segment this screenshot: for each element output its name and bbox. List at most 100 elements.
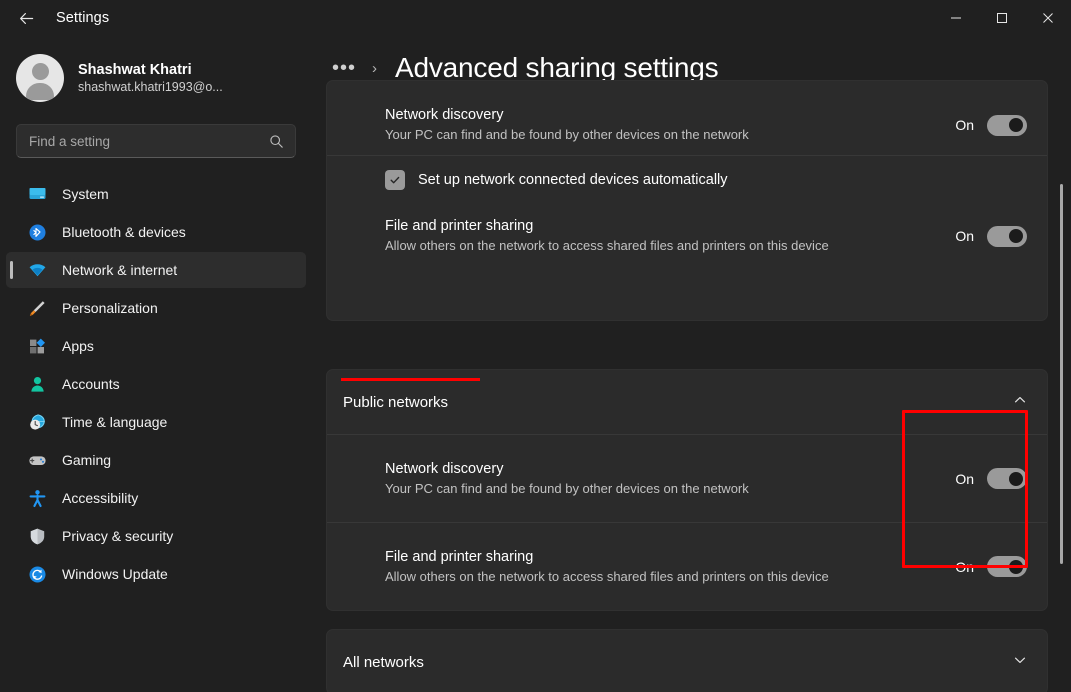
sidebar-item-bluetooth-devices[interactable]: Bluetooth & devices — [6, 214, 306, 250]
back-button[interactable] — [6, 2, 46, 34]
toggle-state-label: On — [955, 117, 974, 133]
avatar-head — [32, 63, 49, 80]
scrollbar-track[interactable] — [1060, 104, 1063, 692]
sidebar-item-privacy-security[interactable]: Privacy & security — [6, 518, 306, 554]
maximize-icon — [996, 12, 1008, 24]
account-block[interactable]: Shashwat Khatri shashwat.khatri1993@o... — [0, 36, 312, 102]
window-controls — [933, 0, 1071, 36]
chevron-down-icon — [1013, 653, 1027, 672]
sidebar-item-windows-update[interactable]: Windows Update — [6, 556, 306, 592]
search-input[interactable] — [17, 134, 295, 149]
account-name: Shashwat Khatri — [78, 62, 223, 78]
app-title: Settings — [56, 10, 109, 26]
account-email: shashwat.khatri1993@o... — [78, 80, 223, 94]
all-networks-title: All networks — [343, 654, 1013, 671]
maximize-button[interactable] — [979, 0, 1025, 36]
toggle-knob — [1009, 472, 1023, 486]
public-networks-title: Public networks — [343, 394, 1013, 411]
minimize-button[interactable] — [933, 0, 979, 36]
auto-setup-checkbox[interactable] — [385, 170, 405, 190]
row-description: Allow others on the network to access sh… — [385, 568, 835, 585]
sidebar-nav: System Bluetooth & devices — [0, 176, 312, 592]
update-refresh-icon — [26, 563, 48, 585]
title-bar: Settings — [0, 0, 1071, 36]
back-arrow-icon — [18, 10, 35, 27]
main-content: ••• › Advanced sharing settings Network … — [312, 36, 1071, 692]
close-icon — [1042, 12, 1054, 24]
settings-scroll-area: Network discovery Your PC can find and b… — [312, 104, 1071, 692]
wifi-icon — [26, 259, 48, 281]
toggle-state-label: On — [955, 471, 974, 487]
minimize-icon — [950, 12, 962, 24]
sidebar-item-gaming[interactable]: Gaming — [6, 442, 306, 478]
private-networks-card: Network discovery Your PC can find and b… — [326, 80, 1048, 321]
accessibility-icon — [26, 487, 48, 509]
paintbrush-icon — [26, 297, 48, 319]
person-icon — [26, 373, 48, 395]
row-description: Allow others on the network to access sh… — [385, 237, 835, 254]
sidebar-item-accounts[interactable]: Accounts — [6, 366, 306, 402]
sidebar-item-label: Gaming — [62, 452, 111, 468]
toggle-state-label: On — [955, 228, 974, 244]
row-file-printer-sharing-private[interactable]: File and printer sharing Allow others on… — [327, 204, 1047, 268]
settings-window: Settings — [0, 0, 1071, 692]
toggle-state-label: On — [955, 559, 974, 575]
row-title: File and printer sharing — [385, 218, 941, 234]
sidebar-item-network-internet[interactable]: Network & internet — [6, 252, 306, 288]
sidebar-item-time-language[interactable]: Time & language — [6, 404, 306, 440]
bluetooth-icon — [26, 221, 48, 243]
apps-icon — [26, 335, 48, 357]
sidebar-item-label: Time & language — [62, 414, 167, 430]
shield-icon — [26, 525, 48, 547]
row-network-discovery-private[interactable]: Network discovery Your PC can find and b… — [327, 81, 1047, 155]
search-icon — [269, 134, 284, 154]
all-networks-section-header[interactable]: All networks — [327, 630, 1047, 692]
sidebar-item-system[interactable]: System — [6, 176, 306, 212]
sidebar-item-label: Apps — [62, 338, 94, 354]
row-title: Network discovery — [385, 461, 941, 477]
gamepad-icon — [26, 449, 48, 471]
checkmark-icon — [389, 174, 401, 186]
search-box[interactable] — [16, 124, 296, 158]
sidebar-item-label: System — [62, 186, 109, 202]
row-title: File and printer sharing — [385, 549, 941, 565]
row-file-printer-sharing-public[interactable]: File and printer sharing Allow others on… — [327, 522, 1047, 610]
sidebar-item-personalization[interactable]: Personalization — [6, 290, 306, 326]
monitor-icon — [26, 183, 48, 205]
row-description: Your PC can find and be found by other d… — [385, 480, 835, 497]
public-network-discovery-toggle[interactable] — [987, 468, 1027, 489]
toggle-knob — [1009, 560, 1023, 574]
breadcrumb-overflow-button[interactable]: ••• — [326, 54, 362, 82]
file-printer-sharing-toggle[interactable] — [987, 226, 1027, 247]
public-file-printer-sharing-toggle[interactable] — [987, 556, 1027, 577]
breadcrumb: ••• › Advanced sharing settings — [312, 36, 1071, 84]
toggle-knob — [1009, 229, 1023, 243]
sidebar-item-accessibility[interactable]: Accessibility — [6, 480, 306, 516]
sidebar-item-label: Network & internet — [62, 262, 177, 278]
public-networks-card: Public networks Network discovery Your P… — [326, 369, 1048, 611]
annotation-underline-public-networks — [341, 378, 480, 381]
row-title: Network discovery — [385, 107, 941, 123]
sidebar-item-label: Accessibility — [62, 490, 138, 506]
sidebar-item-label: Accounts — [62, 376, 120, 392]
auto-setup-label: Set up network connected devices automat… — [418, 172, 728, 188]
toggle-knob — [1009, 118, 1023, 132]
breadcrumb-separator-icon: › — [372, 60, 377, 77]
scrollbar-thumb[interactable] — [1060, 184, 1063, 564]
row-auto-setup-devices[interactable]: Set up network connected devices automat… — [327, 155, 1047, 204]
avatar-body — [26, 83, 54, 100]
row-description: Your PC can find and be found by other d… — [385, 126, 835, 143]
clock-globe-icon — [26, 411, 48, 433]
all-networks-card: All networks — [326, 629, 1048, 692]
chevron-up-icon — [1013, 393, 1027, 412]
sidebar-item-label: Bluetooth & devices — [62, 224, 186, 240]
avatar — [16, 54, 64, 102]
sidebar-item-label: Privacy & security — [62, 528, 173, 544]
network-discovery-toggle[interactable] — [987, 115, 1027, 136]
sidebar: Shashwat Khatri shashwat.khatri1993@o... — [0, 36, 312, 692]
sidebar-item-apps[interactable]: Apps — [6, 328, 306, 364]
sidebar-item-label: Personalization — [62, 300, 158, 316]
row-network-discovery-public[interactable]: Network discovery Your PC can find and b… — [327, 434, 1047, 522]
close-button[interactable] — [1025, 0, 1071, 36]
sidebar-item-label: Windows Update — [62, 566, 168, 582]
